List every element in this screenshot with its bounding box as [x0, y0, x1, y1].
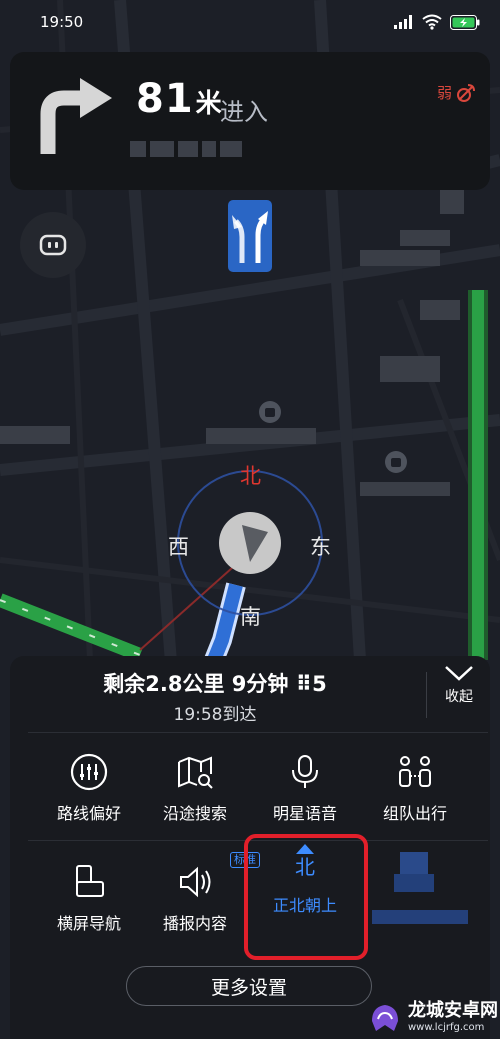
panel-divider	[28, 732, 488, 733]
landscape-nav-label: 横屏导航	[56, 914, 121, 933]
collapse-divider	[426, 672, 427, 718]
team-travel-icon	[399, 756, 431, 787]
map-tool-button[interactable]	[20, 212, 86, 278]
collapse-label: 收起	[445, 689, 473, 705]
compass-south: 南	[240, 605, 261, 629]
watermark-text: 龙城安卓网 www.lcjrfg.com	[408, 1002, 498, 1033]
watermark: 龙城安卓网 www.lcjrfg.com	[368, 996, 500, 1039]
landscape-nav-icon	[76, 865, 104, 897]
map-search-icon	[178, 756, 213, 789]
battery-icon	[450, 14, 480, 30]
north-up-label: 正北朝上	[272, 896, 337, 915]
search-along-route-button[interactable]: 沿途搜索	[140, 752, 250, 832]
signal-icon	[394, 15, 412, 29]
arrival-time: 19:58到达	[173, 705, 257, 725]
navigation-settings-panel: 剩余2.8公里 9分钟 ⠿5 19:58到达 收起 路线偏好 沿途搜索 明星语音…	[10, 656, 490, 1039]
speaker-icon	[180, 866, 211, 898]
watermark-url: www.lcjrfg.com	[408, 1022, 485, 1033]
status-time: 19:50	[40, 13, 84, 31]
signal-weak-label: 弱	[436, 84, 452, 102]
team-travel-label: 组队出行	[382, 804, 447, 823]
landscape-nav-button[interactable]: 横屏导航	[34, 862, 144, 942]
distance-number: 81	[136, 76, 194, 122]
lane-arrow-icon	[232, 211, 268, 263]
route-preference-icon	[70, 753, 108, 791]
redacted-menu-item	[372, 852, 468, 932]
search-along-route-label: 沿途搜索	[162, 804, 227, 823]
distance-unit: 米	[195, 89, 223, 119]
compass-east: 东	[310, 535, 331, 559]
celebrity-voice-label: 明星语音	[272, 804, 337, 823]
up-arrow-icon	[296, 844, 314, 854]
panel-divider	[28, 840, 488, 841]
north-up-button[interactable]: 北 正北朝上	[250, 844, 360, 924]
action-text: 进入	[220, 98, 268, 126]
watermark-title: 龙城安卓网	[408, 1000, 498, 1021]
compass-north: 北	[240, 464, 261, 488]
north-up-icon: 北	[285, 844, 325, 884]
wifi-icon	[422, 14, 442, 30]
robot-face-icon	[39, 234, 67, 256]
status-bar: 19:50	[0, 0, 500, 44]
compass-west: 西	[168, 535, 189, 559]
team-travel-button[interactable]: 组队出行	[360, 752, 470, 832]
status-icons	[394, 14, 480, 30]
turn-right-icon	[40, 78, 112, 154]
north-up-glyph: 北	[295, 855, 315, 879]
road-name-redacted	[130, 136, 250, 162]
route-remaining: 剩余2.8公里 9分钟 ⠿5	[103, 672, 327, 696]
gps-signal-indicator: 弱	[437, 82, 476, 103]
navigation-instruction-card: 81米 进入 弱	[10, 52, 490, 190]
broadcast-content-label: 播报内容	[162, 914, 227, 933]
celebrity-voice-button[interactable]: 明星语音	[250, 752, 360, 832]
collapse-button[interactable]: 收起	[434, 664, 484, 726]
distance-value: 81米	[136, 76, 223, 122]
watermark-logo-icon	[372, 1004, 398, 1031]
lane-guidance-sign	[228, 200, 272, 272]
chevron-down-icon	[445, 666, 473, 681]
microphone-icon	[292, 755, 318, 788]
route-preference-label: 路线偏好	[56, 804, 121, 823]
route-preference-button[interactable]: 路线偏好	[34, 752, 144, 832]
satellite-icon	[457, 83, 475, 102]
more-settings-button[interactable]: 更多设置	[126, 966, 372, 1006]
broadcast-content-button[interactable]: 播报内容	[140, 862, 250, 942]
